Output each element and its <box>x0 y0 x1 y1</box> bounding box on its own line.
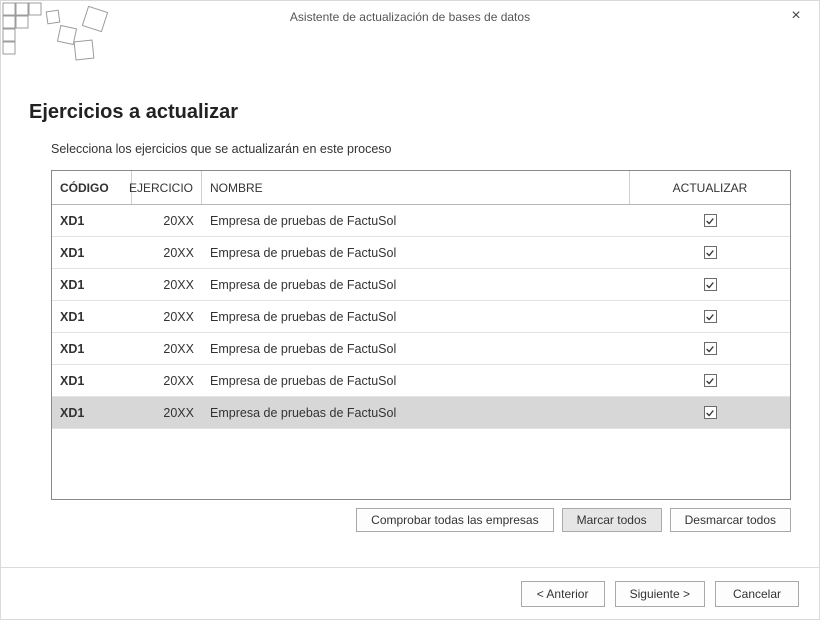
update-checkbox[interactable] <box>704 310 717 323</box>
grid-toolbar: Comprobar todas las empresas Marcar todo… <box>51 508 791 532</box>
cell-name: Empresa de pruebas de FactuSol <box>202 374 630 388</box>
window-title: Asistente de actualización de bases de d… <box>290 10 530 24</box>
check-all-companies-button[interactable]: Comprobar todas las empresas <box>356 508 553 532</box>
cell-name: Empresa de pruebas de FactuSol <box>202 310 630 324</box>
cell-name: Empresa de pruebas de FactuSol <box>202 214 630 228</box>
cell-year: 20XX <box>132 278 202 292</box>
title-bar: Asistente de actualización de bases de d… <box>1 1 819 33</box>
grid-header: CÓDIGO EJERCICIO NOMBRE ACTUALIZAR <box>52 171 790 205</box>
cell-year: 20XX <box>132 406 202 420</box>
cell-year: 20XX <box>132 214 202 228</box>
update-checkbox[interactable] <box>704 214 717 227</box>
update-checkbox[interactable] <box>704 406 717 419</box>
cell-year: 20XX <box>132 342 202 356</box>
cell-code: XD1 <box>52 374 132 388</box>
cell-name: Empresa de pruebas de FactuSol <box>202 406 630 420</box>
page-heading: Ejercicios a actualizar <box>29 101 791 124</box>
cell-code: XD1 <box>52 342 132 356</box>
cell-update <box>630 278 790 291</box>
cell-code: XD1 <box>52 406 132 420</box>
cell-year: 20XX <box>132 246 202 260</box>
table-row[interactable]: XD120XXEmpresa de pruebas de FactuSol <box>52 365 790 397</box>
table-row[interactable]: XD120XXEmpresa de pruebas de FactuSol <box>52 301 790 333</box>
cell-code: XD1 <box>52 246 132 260</box>
app-logo-icon <box>1 1 121 69</box>
update-checkbox[interactable] <box>704 342 717 355</box>
cell-update <box>630 406 790 419</box>
table-row[interactable]: XD120XXEmpresa de pruebas de FactuSol <box>52 333 790 365</box>
wizard-footer: < Anterior Siguiente > Cancelar <box>1 567 819 619</box>
col-header-name[interactable]: NOMBRE <box>202 171 630 204</box>
close-icon[interactable]: × <box>787 7 805 25</box>
cell-code: XD1 <box>52 214 132 228</box>
update-checkbox[interactable] <box>704 278 717 291</box>
col-header-year[interactable]: EJERCICIO <box>132 171 202 204</box>
mark-all-button[interactable]: Marcar todos <box>562 508 662 532</box>
main-content: Ejercicios a actualizar Selecciona los e… <box>29 101 791 532</box>
cancel-button[interactable]: Cancelar <box>715 581 799 607</box>
table-row[interactable]: XD120XXEmpresa de pruebas de FactuSol <box>52 205 790 237</box>
update-checkbox[interactable] <box>704 374 717 387</box>
update-checkbox[interactable] <box>704 246 717 259</box>
cell-update <box>630 246 790 259</box>
grid-body: XD120XXEmpresa de pruebas de FactuSolXD1… <box>52 205 790 499</box>
cell-update <box>630 342 790 355</box>
cell-update <box>630 310 790 323</box>
col-header-code[interactable]: CÓDIGO <box>52 171 132 204</box>
cell-year: 20XX <box>132 374 202 388</box>
cell-update <box>630 374 790 387</box>
cell-name: Empresa de pruebas de FactuSol <box>202 246 630 260</box>
table-row[interactable]: XD120XXEmpresa de pruebas de FactuSol <box>52 237 790 269</box>
prev-button[interactable]: < Anterior <box>521 581 605 607</box>
table-row[interactable]: XD120XXEmpresa de pruebas de FactuSol <box>52 269 790 301</box>
cell-name: Empresa de pruebas de FactuSol <box>202 278 630 292</box>
exercises-grid: CÓDIGO EJERCICIO NOMBRE ACTUALIZAR XD120… <box>51 170 791 500</box>
table-row[interactable]: XD120XXEmpresa de pruebas de FactuSol <box>52 397 790 429</box>
unmark-all-button[interactable]: Desmarcar todos <box>670 508 791 532</box>
next-button[interactable]: Siguiente > <box>615 581 705 607</box>
col-header-update[interactable]: ACTUALIZAR <box>630 171 790 204</box>
cell-update <box>630 214 790 227</box>
page-subheading: Selecciona los ejercicios que se actuali… <box>51 142 791 156</box>
cell-code: XD1 <box>52 310 132 324</box>
cell-year: 20XX <box>132 310 202 324</box>
cell-code: XD1 <box>52 278 132 292</box>
cell-name: Empresa de pruebas de FactuSol <box>202 342 630 356</box>
